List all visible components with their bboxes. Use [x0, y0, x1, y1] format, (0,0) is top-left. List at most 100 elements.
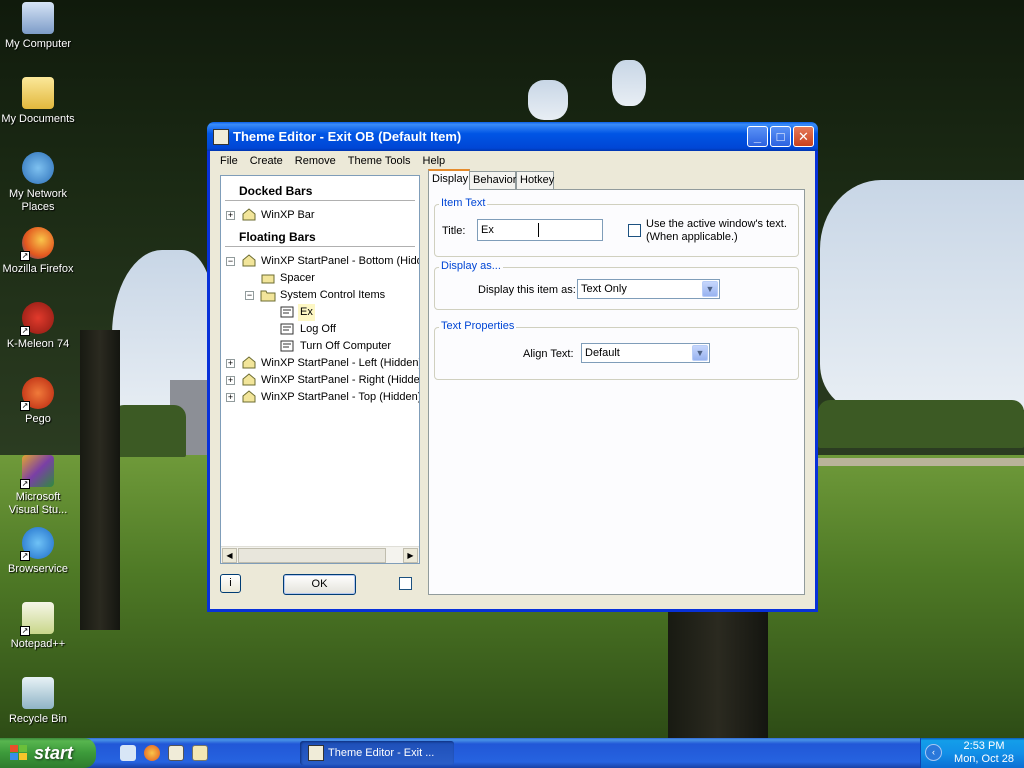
browservice-icon: ↗ — [20, 527, 54, 561]
title-input[interactable] — [477, 219, 603, 241]
align-text-label: Align Text: — [523, 348, 574, 360]
desktop-icon-browservice[interactable]: ↗ Browservice — [0, 527, 76, 576]
tree-item-label: Spacer — [280, 272, 315, 284]
ok-button[interactable]: OK — [283, 574, 356, 595]
chevron-down-icon[interactable]: ▼ — [692, 345, 708, 361]
text-properties-group: Text Properties Align Text: Default ▼ — [434, 320, 799, 380]
tree-expander[interactable]: + — [226, 376, 235, 385]
folder-node-icon — [260, 288, 276, 302]
desktop-icon-kmeleon[interactable]: ↗ K-Meleon 74 — [0, 302, 76, 351]
tree-item-label: WinXP StartPanel - Top (Hidden) — [261, 391, 420, 403]
search-quicklaunch-icon[interactable] — [192, 745, 208, 761]
item-node-icon — [279, 305, 295, 319]
menu-theme-tools[interactable]: Theme Tools — [342, 155, 417, 167]
show-desktop-icon[interactable] — [120, 745, 136, 761]
use-active-window-text-checkbox[interactable] — [628, 224, 641, 237]
bars-tree-view[interactable]: Docked Bars + WinXP Bar Floating Bars − … — [220, 175, 420, 564]
menu-file[interactable]: File — [214, 155, 244, 167]
tab-hotkey[interactable]: Hotkey — [516, 171, 554, 189]
desktop-icon-network-places[interactable]: My Network Places — [0, 152, 76, 214]
desktop-icon-my-computer[interactable]: My Computer — [0, 2, 76, 51]
info-button[interactable]: i — [220, 574, 241, 593]
desktop-icon-visual-studio[interactable]: ↗ Microsoft Visual Stu... — [0, 455, 76, 517]
tree-item-label: Turn Off Computer — [300, 340, 392, 352]
group-title: Display as... — [439, 260, 503, 272]
desktop-icon-label: Browservice — [8, 563, 68, 575]
tree-expander[interactable]: + — [226, 359, 235, 368]
tree-item-startpanel-top[interactable]: + WinXP StartPanel - Top (Hidden) — [221, 389, 419, 406]
tree-item-label: WinXP StartPanel - Left (Hidden) — [261, 357, 420, 369]
my-documents-icon — [22, 77, 54, 109]
window-titlebar[interactable]: Theme Editor - Exit OB (Default Item) _ … — [207, 122, 818, 151]
theme-editor-quicklaunch-icon[interactable] — [168, 745, 184, 761]
spacer-node-icon — [260, 271, 276, 285]
tree-item-label: Ex — [298, 304, 315, 321]
tree-item-startpanel-right[interactable]: + WinXP StartPanel - Right (Hidden) — [221, 372, 419, 389]
desktop-icon-pego[interactable]: ↗ Pego — [0, 377, 76, 426]
kmeleon-icon: ↗ — [20, 302, 54, 336]
tree-item-ex[interactable]: Ex — [221, 304, 419, 321]
windows-flag-icon — [10, 745, 28, 761]
maximize-button[interactable]: □ — [770, 126, 791, 147]
show-hidden-icons-button[interactable]: ‹ — [925, 744, 942, 761]
pego-icon: ↗ — [20, 377, 54, 411]
tree-item-label: WinXP StartPanel - Right (Hidden) — [261, 374, 420, 386]
taskbar-button-theme-editor[interactable]: Theme Editor - Exit ... — [300, 741, 454, 765]
tree-horizontal-scrollbar[interactable]: ◀ ▶ — [221, 546, 419, 563]
wallpaper-tree-trunk — [668, 600, 768, 738]
tab-display[interactable]: Display — [428, 169, 470, 190]
use-active-window-text-label: Use the active window's text. (When appl… — [646, 218, 787, 244]
align-text-select[interactable]: Default ▼ — [581, 343, 710, 363]
tree-item-label: Log Off — [300, 323, 336, 335]
tree-item-turn-off-computer[interactable]: Turn Off Computer — [221, 338, 419, 355]
text-cursor-icon — [538, 223, 539, 237]
tree-item-winxp-bar[interactable]: + WinXP Bar — [221, 207, 419, 224]
bar-node-icon — [241, 254, 257, 268]
menu-bar: File Create Remove Theme Tools Help — [210, 151, 815, 170]
shortcut-arrow-icon: ↗ — [20, 551, 30, 561]
tree-expander[interactable]: + — [226, 393, 235, 402]
floating-bars-header: Floating Bars — [225, 224, 415, 247]
theme-editor-app-icon — [308, 745, 324, 761]
clock[interactable]: 2:53 PM Mon, Oct 28 — [947, 740, 1021, 766]
desktop-icon-firefox[interactable]: ↗ Mozilla Firefox — [0, 227, 76, 276]
tree-expander[interactable]: + — [226, 211, 235, 220]
close-button[interactable]: ✕ — [793, 126, 814, 147]
footer-checkbox[interactable] — [399, 577, 412, 590]
scroll-right-button[interactable]: ▶ — [403, 548, 418, 563]
chevron-down-icon[interactable]: ▼ — [702, 281, 718, 297]
menu-remove[interactable]: Remove — [289, 155, 342, 167]
menu-create[interactable]: Create — [244, 155, 289, 167]
tab-behavior[interactable]: Behavior — [469, 171, 516, 189]
shortcut-arrow-icon: ↗ — [20, 401, 30, 411]
window-title: Theme Editor - Exit OB (Default Item) — [233, 129, 462, 144]
tree-item-system-control-items[interactable]: − System Control Items — [221, 287, 419, 304]
start-label: start — [34, 743, 74, 763]
clock-date: Mon, Oct 28 — [954, 753, 1014, 765]
firefox-icon: ↗ — [20, 227, 54, 261]
network-places-icon — [22, 152, 54, 184]
start-button[interactable]: start — [0, 738, 96, 768]
theme-editor-window: Theme Editor - Exit OB (Default Item) _ … — [207, 122, 818, 612]
desktop-icon-recycle-bin[interactable]: Recycle Bin — [0, 677, 76, 726]
scroll-thumb[interactable] — [238, 548, 386, 563]
minimize-button[interactable]: _ — [747, 126, 768, 147]
tree-item-startpanel-left[interactable]: + WinXP StartPanel - Left (Hidden) — [221, 355, 419, 372]
theme-editor-app-icon[interactable] — [213, 129, 229, 145]
tree-item-spacer[interactable]: Spacer — [221, 270, 419, 287]
scroll-left-button[interactable]: ◀ — [222, 548, 237, 563]
desktop-icon-label: Notepad++ — [10, 638, 66, 650]
menu-help[interactable]: Help — [417, 155, 452, 167]
tree-expander[interactable]: − — [226, 257, 235, 266]
tree-item-startpanel-bottom[interactable]: − WinXP StartPanel - Bottom (Hidden) — [221, 253, 419, 270]
firefox-quicklaunch-icon[interactable] — [144, 745, 160, 761]
system-tray: ‹ 2:53 PM Mon, Oct 28 — [920, 738, 1024, 768]
desktop-icon-label: Microsoft Visual Stu... — [8, 491, 68, 516]
use-active-label-line1: Use the active window's text. — [646, 218, 787, 230]
desktop-icon-notepadpp[interactable]: ↗ Notepad++ — [0, 602, 76, 651]
desktop-icon-my-documents[interactable]: My Documents — [0, 77, 76, 126]
shortcut-arrow-icon: ↗ — [20, 479, 30, 489]
tree-expander[interactable]: − — [245, 291, 254, 300]
display-item-as-select[interactable]: Text Only ▼ — [577, 279, 720, 299]
tree-item-log-off[interactable]: Log Off — [221, 321, 419, 338]
